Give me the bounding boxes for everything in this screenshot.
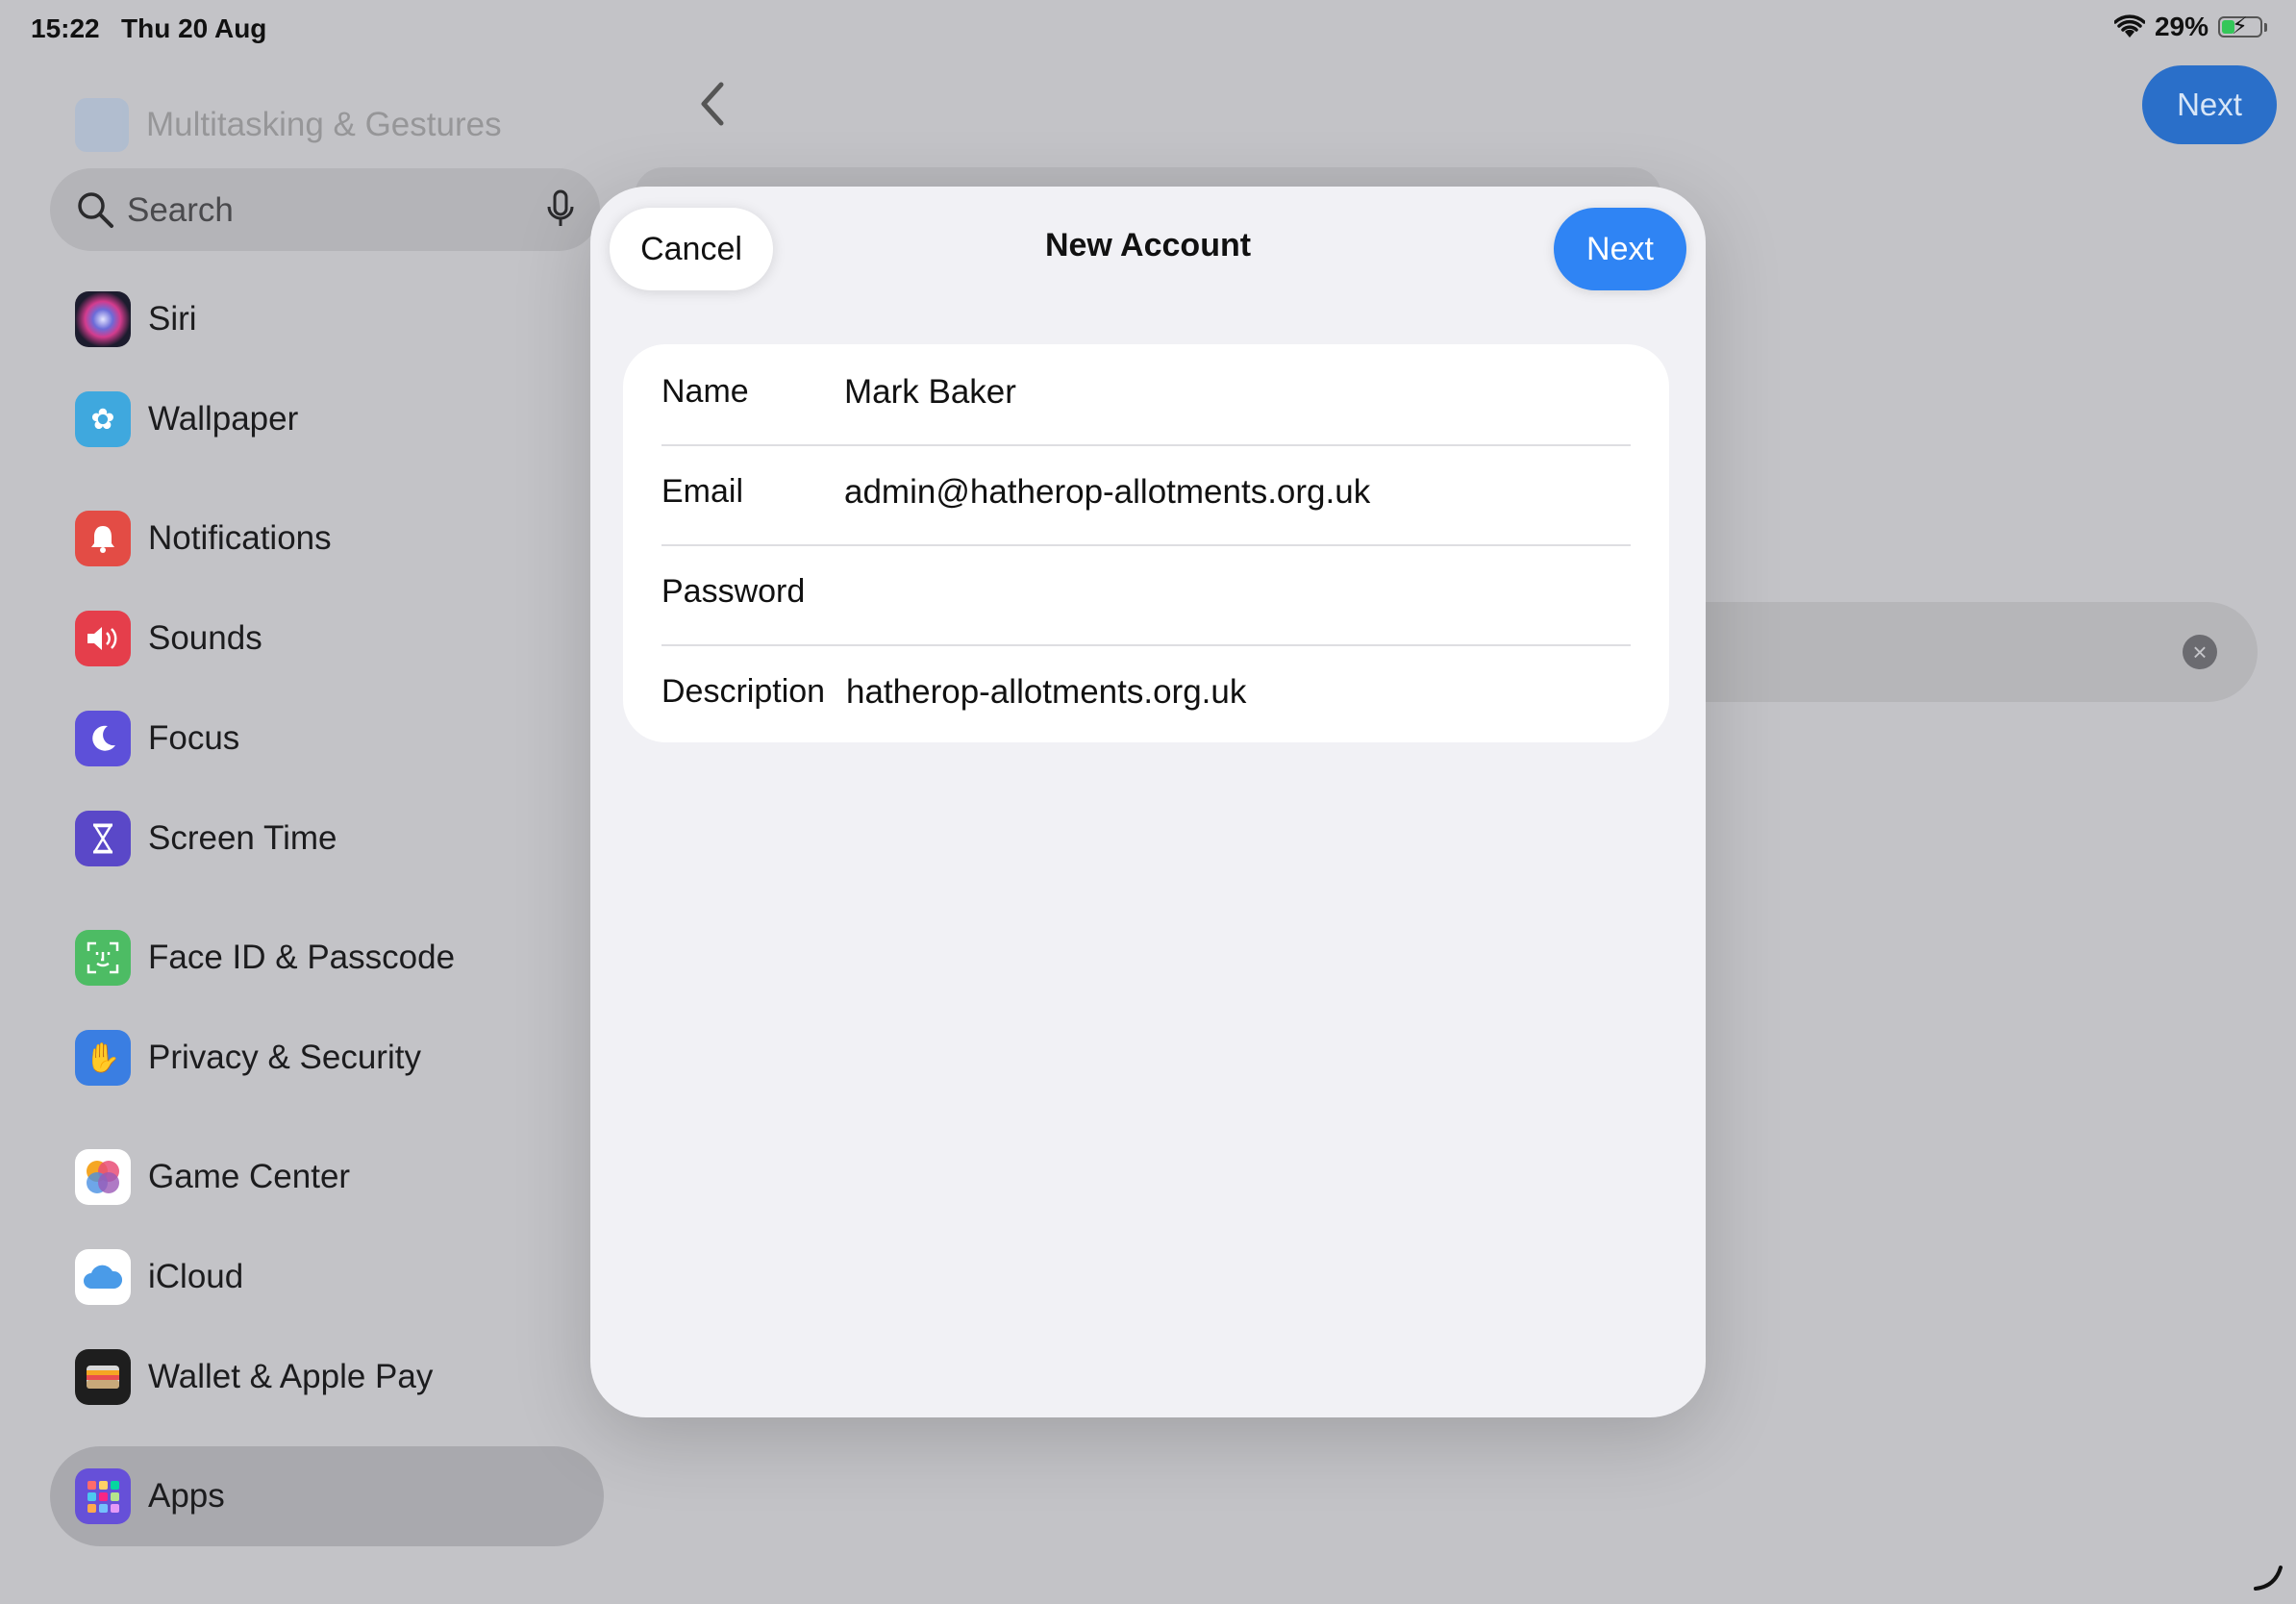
email-label: Email	[661, 473, 744, 510]
sidebar-item-label: Wallpaper	[148, 400, 299, 438]
search-field[interactable]: Search	[50, 168, 600, 251]
status-indicators: 29% ⚡	[2113, 12, 2267, 42]
name-label: Name	[661, 373, 749, 410]
search-icon	[78, 192, 113, 228]
password-label: Password	[661, 573, 806, 610]
name-row[interactable]: Name Mark Baker	[661, 344, 1631, 446]
sidebar-item-sounds[interactable]: Sounds	[75, 610, 262, 667]
sidebar-item-label: Siri	[148, 300, 197, 338]
resize-handle-icon[interactable]	[2248, 1556, 2286, 1594]
wallet-icon	[75, 1349, 131, 1405]
bell-icon	[75, 511, 131, 566]
next-button[interactable]: Next	[1554, 208, 1686, 290]
status-time: 15:22	[31, 13, 100, 43]
settings-screen: 15:22 Thu 20 Aug 29% ⚡ Next × Multitaski…	[0, 0, 2296, 1604]
hand-icon: ✋	[75, 1030, 131, 1086]
sidebar-item-label: Multitasking & Gestures	[146, 106, 502, 143]
sidebar-item-label: Screen Time	[148, 819, 337, 857]
battery-percent: 29%	[2154, 12, 2209, 41]
description-row[interactable]: Description hatherop-allotments.org.uk	[661, 644, 1631, 744]
sidebar-item-label: Game Center	[148, 1158, 351, 1195]
password-row[interactable]: Password	[661, 544, 1631, 646]
charging-bolt-icon: ⚡	[2232, 13, 2248, 39]
sidebar-item-label: Privacy & Security	[148, 1039, 421, 1076]
sidebar-item-notifications[interactable]: Notifications	[75, 510, 332, 567]
sidebar-item-label: Apps	[148, 1477, 225, 1515]
sidebar-item-icloud[interactable]: iCloud	[75, 1248, 243, 1306]
wifi-icon	[2113, 14, 2145, 38]
email-field[interactable]: admin@hatherop-allotments.org.uk	[844, 473, 1370, 512]
sidebar-item-multitasking[interactable]: Multitasking & Gestures	[75, 98, 502, 152]
speaker-icon	[75, 611, 131, 666]
wallpaper-flower-icon: ✿	[75, 391, 131, 447]
new-account-sheet: Cancel New Account Next Name Mark Baker …	[590, 187, 1706, 1417]
sidebar-item-wallet[interactable]: Wallet & Apple Pay	[75, 1348, 433, 1406]
sidebar-item-siri[interactable]: Siri	[75, 290, 197, 348]
sidebar-item-label: Wallet & Apple Pay	[148, 1358, 434, 1395]
sidebar-item-wallpaper[interactable]: ✿ Wallpaper	[75, 390, 298, 448]
sidebar-item-label: Focus	[148, 719, 240, 757]
sidebar-item-label: Sounds	[148, 619, 262, 657]
siri-icon	[75, 291, 131, 347]
game-center-icon	[75, 1149, 131, 1205]
moon-icon	[75, 711, 131, 766]
sidebar-item-label: Notifications	[148, 519, 332, 557]
description-label: Description	[661, 673, 826, 710]
sheet-title: New Account	[1044, 227, 1252, 263]
search-placeholder: Search	[127, 191, 234, 229]
background-text-field[interactable]	[1654, 602, 2258, 702]
hourglass-icon	[75, 811, 131, 866]
account-form: Name Mark Baker Email admin@hatherop-all…	[623, 344, 1669, 742]
clear-field-icon[interactable]: ×	[2183, 635, 2217, 669]
sidebar-item-label: iCloud	[148, 1258, 244, 1295]
sidebar-item-label: Face ID & Passcode	[148, 939, 456, 976]
background-next-button[interactable]: Next	[2142, 65, 2277, 144]
multitasking-icon	[75, 98, 129, 152]
cloud-icon	[75, 1249, 131, 1305]
description-field[interactable]: hatherop-allotments.org.uk	[846, 673, 1246, 712]
face-id-icon	[75, 930, 131, 986]
sidebar-item-game-center[interactable]: Game Center	[75, 1148, 350, 1206]
apps-grid-icon	[75, 1468, 131, 1524]
sidebar-item-apps[interactable]: Apps	[75, 1467, 225, 1525]
back-chevron-icon[interactable]	[690, 77, 736, 131]
sidebar-item-privacy[interactable]: ✋ Privacy & Security	[75, 1029, 421, 1087]
battery-nub	[2264, 22, 2267, 32]
email-row[interactable]: Email admin@hatherop-allotments.org.uk	[661, 444, 1631, 546]
name-field[interactable]: Mark Baker	[844, 373, 1016, 412]
sidebar-item-focus[interactable]: Focus	[75, 710, 239, 767]
battery-icon: ⚡	[2218, 13, 2262, 39]
sidebar-item-screen-time[interactable]: Screen Time	[75, 810, 337, 867]
sidebar-item-face-id[interactable]: Face ID & Passcode	[75, 929, 455, 987]
status-date: Thu 20 Aug	[121, 13, 267, 43]
microphone-icon[interactable]	[546, 189, 575, 230]
